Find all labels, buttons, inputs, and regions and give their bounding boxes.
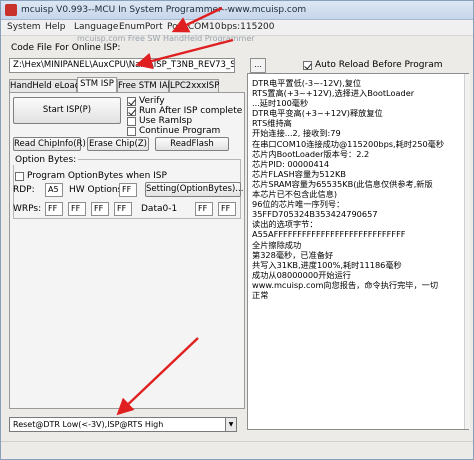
log-line: 芯片FLASH容量为512KB	[252, 168, 346, 179]
log-line: 35FFD705324B353424790657	[252, 209, 378, 220]
title-bar[interactable]: mcuisp V0.993--MCU In System Programmer-…	[1, 1, 473, 20]
continue-program-checkbox[interactable]: Continue Program	[127, 126, 220, 137]
hw-options-label: HW Options:	[69, 185, 126, 195]
tab-free-stm-iap[interactable]: Free STM IAP	[117, 79, 173, 93]
verify-checkbox[interactable]: Verify	[127, 96, 165, 107]
menu-bps[interactable]: bps:115200	[221, 22, 275, 32]
menu-system[interactable]: System	[7, 22, 41, 32]
log-line: 第328毫秒，已准备好	[252, 249, 334, 260]
auto-reload-label: Auto Reload Before Program	[315, 60, 443, 70]
read-chipinfo-button[interactable]: Read ChipInfo(R)	[13, 137, 86, 151]
log-line: www.mcuisp.com向您报告，命令执行完毕，一切	[252, 279, 439, 290]
tab-lpc2xxx-isp[interactable]: LPC2xxxISP	[169, 79, 219, 93]
watermark-text: mcuisp.com Free SW HandHeld Programmer	[77, 34, 255, 43]
tab-handheld-eloader[interactable]: HandHeld eLoader	[9, 79, 89, 93]
log-line: 本芯片已不包含此信息)	[252, 189, 338, 200]
checkbox-unchecked-icon	[127, 116, 136, 126]
log-line: 正常	[252, 289, 269, 300]
log-line: 全片擦除成功	[252, 239, 302, 250]
erase-chip-button[interactable]: Erase Chip(Z)	[87, 137, 149, 151]
read-flash-button[interactable]: ReadFlash	[155, 137, 229, 151]
data0-label: Data0-1	[141, 204, 178, 214]
chevron-down-icon[interactable]: ▼	[225, 417, 237, 432]
app-window: mcuisp V0.993--MCU In System Programmer-…	[0, 0, 474, 460]
log-line: RTS维持高	[252, 118, 292, 129]
continue-program-label: Continue Program	[139, 126, 221, 136]
code-file-path-input[interactable]: Z:\Hex\MINIPANEL\AuxCPU\Nano\ISP_T3NB_RE…	[9, 58, 235, 73]
rdp-label: RDP:	[13, 185, 35, 195]
log-line: 共写入31KB,进度100%,耗时11186毫秒	[252, 259, 402, 270]
log-line: 成功从08000000开始运行	[252, 269, 351, 280]
menu-language[interactable]: Language	[74, 22, 118, 32]
data-input[interactable]: FF	[195, 202, 213, 216]
checkbox-checked-icon	[127, 96, 136, 106]
log-scrollbar[interactable]	[464, 74, 470, 429]
log-output[interactable]: DTR电平置低(-3~-12V),复位 RTS置高(+3~+12V),选择进入B…	[247, 73, 469, 430]
log-line: 读出的选项字节：	[252, 219, 318, 230]
menu-help[interactable]: Help	[45, 22, 66, 32]
rdp-input[interactable]: A5	[45, 183, 63, 197]
log-line: RTS置高(+3~+12V),选择进入BootLoader	[252, 88, 415, 99]
log-line: DTR电平置低(-3~-12V),复位	[252, 78, 362, 88]
menu-enumport[interactable]: EnumPort	[119, 22, 163, 32]
wrp-input[interactable]: FF	[91, 202, 109, 216]
option-bytes-title: Option Bytes:	[13, 155, 79, 165]
log-line: 芯片SRAM容量为65535KB(此信息仅供参考,新版	[252, 178, 433, 189]
log-line: A55AFFFFFFFFFFFFFFFFFFFFFFFFFFFF	[252, 229, 406, 240]
log-line: 在串口COM10连接成功@115200bps,耗时250毫秒	[252, 138, 445, 149]
setting-optionbytes-button[interactable]: Setting(OptionBytes)...	[145, 182, 243, 197]
menu-port[interactable]: Port:COM10	[167, 22, 220, 32]
dtr-rts-mode-select[interactable]: Reset@DTR Low(<-3V),ISP@RTS High	[9, 417, 237, 432]
wrp-input[interactable]: FF	[45, 202, 63, 216]
checkbox-unchecked-icon	[15, 171, 24, 181]
log-line: 96位的芯片唯一序列号：	[252, 199, 345, 210]
hw-options-input[interactable]: FF	[119, 183, 137, 197]
checkbox-checked-icon	[127, 106, 136, 116]
checkbox-checked-icon	[303, 60, 312, 70]
codefile-label: Code File For Online ISP:	[11, 43, 121, 53]
verify-label: Verify	[139, 96, 165, 106]
start-isp-button[interactable]: Start ISP(P)	[13, 97, 121, 124]
run-after-isp-checkbox[interactable]: Run After ISP complete	[127, 106, 242, 117]
wrp-input[interactable]: FF	[114, 202, 132, 216]
app-logo-icon	[5, 4, 17, 16]
use-ramisp-label: Use RamIsp	[139, 116, 193, 126]
browse-button[interactable]: ...	[250, 58, 266, 73]
log-line: ...延时100毫秒	[252, 98, 309, 109]
log-line: 芯片内BootLoader版本号：2.2	[252, 148, 370, 159]
program-optionbytes-label: Program OptionBytes when ISP	[27, 171, 167, 181]
auto-reload-checkbox[interactable]: Auto Reload Before Program	[303, 60, 443, 71]
tab-stm-isp[interactable]: STM ISP	[77, 77, 117, 93]
window-title: mcuisp V0.993--MCU In System Programmer-…	[21, 5, 307, 15]
log-line: DTR电平变高(+3~+12V)释放复位	[252, 108, 383, 119]
program-optionbytes-checkbox[interactable]: Program OptionBytes when ISP	[15, 171, 167, 182]
use-ramisp-checkbox[interactable]: Use RamIsp	[127, 116, 192, 127]
log-line: 开始连接...2, 接收到:79	[252, 128, 341, 139]
status-bar	[1, 441, 473, 459]
run-after-isp-label: Run After ISP complete	[139, 106, 243, 116]
data-input[interactable]: FF	[218, 202, 236, 216]
wrp-input[interactable]: FF	[68, 202, 86, 216]
log-line: 芯片PID: 00000414	[252, 158, 330, 169]
checkbox-unchecked-icon	[127, 126, 136, 136]
wrps-label: WRPs:	[13, 204, 42, 214]
